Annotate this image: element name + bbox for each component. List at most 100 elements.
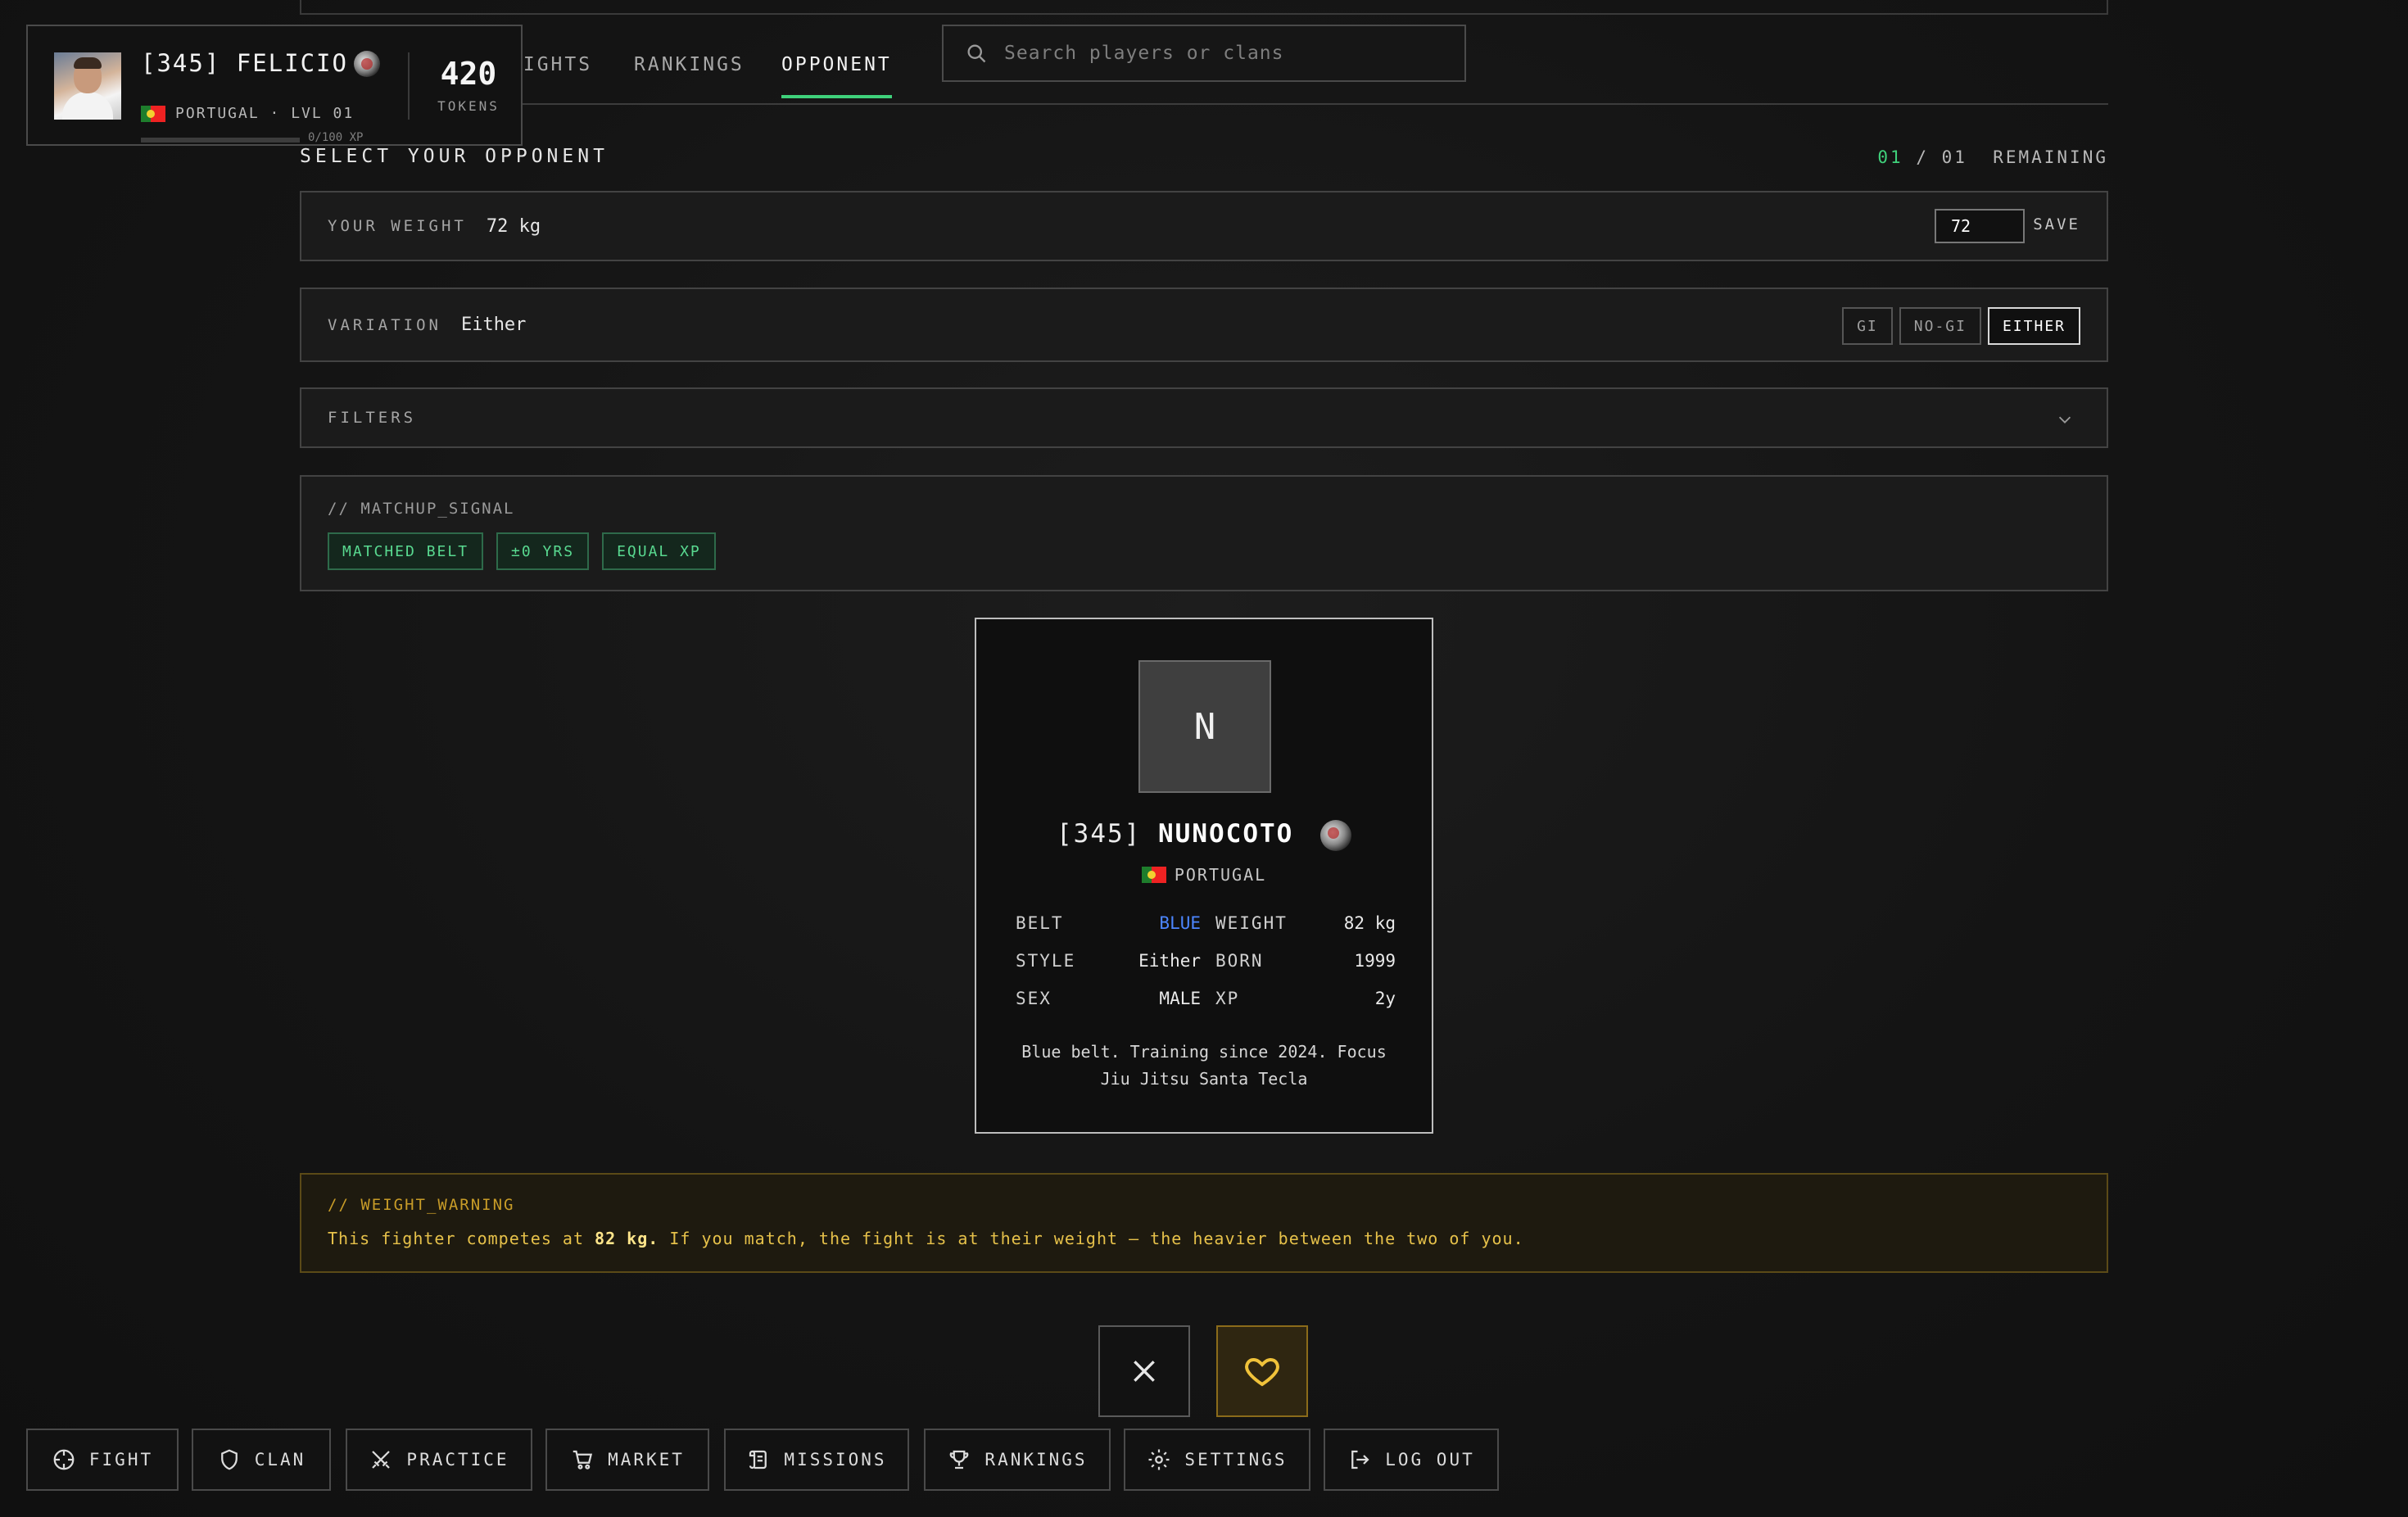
country-level-text: PORTUGAL · LVL 01: [175, 105, 355, 122]
belt-label: BELT: [1016, 913, 1064, 933]
gear-icon: [1148, 1449, 1170, 1470]
weight-label: WEIGHT: [1215, 913, 1288, 933]
search-input[interactable]: [1004, 43, 1464, 64]
search-box[interactable]: [942, 25, 1466, 82]
dock-rankings-button[interactable]: RANKINGS: [924, 1429, 1111, 1491]
remaining-current: 01: [1877, 147, 1903, 167]
weight-label: YOUR WEIGHT: [328, 217, 467, 235]
trophy-icon: [950, 1450, 969, 1469]
close-icon: [1134, 1361, 1155, 1382]
dock-fight-label: FIGHT: [88, 1450, 154, 1469]
variation-either-button[interactable]: EITHER: [1987, 307, 2080, 345]
born-value: 1999: [1354, 951, 1396, 971]
opponent-bio: Blue belt. Training since 2024. Focus Ji…: [1021, 1042, 1387, 1089]
variation-label: VARIATION: [328, 315, 441, 334]
cart-icon: [573, 1450, 593, 1469]
dock-practice-button[interactable]: PRACTICE: [346, 1429, 532, 1491]
dock-settings-button[interactable]: SETTINGS: [1124, 1429, 1310, 1491]
opponent-tag: [345]: [1057, 819, 1142, 849]
opponent-country: PORTUGAL: [976, 865, 1432, 885]
xp-label: XP: [1215, 989, 1240, 1008]
stat-row: SEX MALE XP 2y: [1016, 980, 1396, 1017]
opponent-card: N [345] NUNOCOTO PORTUGAL BELT BLUE WEIG…: [975, 618, 1433, 1134]
stat-row: STYLE Either BORN 1999: [1016, 942, 1396, 980]
warning-text-post: If you match, the fight is at their weig…: [659, 1229, 1524, 1248]
player-name: [345] FELICIO: [141, 49, 348, 77]
search-icon: [967, 44, 986, 63]
xp-bar: [141, 138, 300, 143]
profile-card[interactable]: [345] FELICIO PORTUGAL · LVL 01 0/100 XP…: [26, 25, 523, 146]
tab-rankings[interactable]: RANKINGS: [634, 54, 745, 75]
weight-value: 82 kg: [1343, 913, 1396, 933]
crosshair-icon: [53, 1449, 75, 1470]
matchup-title: // MATCHUP_SIGNAL: [328, 500, 515, 518]
opponent-country-text: PORTUGAL: [1174, 865, 1267, 885]
weight-panel: YOUR WEIGHT 72 kg SAVE: [300, 191, 2108, 261]
matchup-panel: // MATCHUP_SIGNAL MATCHED BELT ±0 YRS EQ…: [300, 475, 2108, 591]
chip-equal-xp: EQUAL XP: [602, 532, 716, 570]
variation-gi-button[interactable]: GI: [1842, 307, 1893, 345]
heart-icon: [1245, 1357, 1279, 1387]
dock-clan-button[interactable]: CLAN: [192, 1429, 331, 1491]
xp-text: 0/100 XP: [308, 131, 364, 144]
dock-clan-label: CLAN: [254, 1450, 306, 1469]
dock-fight-button[interactable]: FIGHT: [26, 1429, 179, 1491]
remaining-sep: /: [1903, 147, 1942, 167]
variation-options: GI NO-GI EITHER: [1842, 307, 2080, 345]
weight-input[interactable]: [1935, 209, 2025, 243]
warning-title: // WEIGHT_WARNING: [328, 1196, 515, 1214]
xp-value: 2y: [1374, 989, 1396, 1008]
tab-opponent[interactable]: OPPONENT: [781, 54, 892, 98]
remaining-label: REMAINING: [1993, 147, 2108, 167]
filters-label: FILTERS: [328, 409, 417, 427]
save-button[interactable]: SAVE: [2033, 215, 2080, 233]
divider: [408, 52, 410, 120]
pass-button[interactable]: [1098, 1325, 1190, 1417]
weight-warning: // WEIGHT_WARNING This fighter competes …: [300, 1173, 2108, 1273]
style-label: STYLE: [1016, 951, 1076, 971]
nav-tabs: FIGHTS RANKINGS OPPONENT: [300, 25, 2108, 105]
filters-toggle[interactable]: FILTERS: [300, 387, 2108, 448]
variation-value: Either: [460, 315, 527, 335]
dock-market-button[interactable]: MARKET: [545, 1429, 709, 1491]
player-country-level: PORTUGAL · LVL 01: [141, 105, 354, 122]
born-label: BORN: [1215, 951, 1264, 971]
opponent-nick: NUNOCOTO: [1158, 819, 1294, 849]
dock-missions-button[interactable]: MISSIONS: [724, 1429, 909, 1491]
tokens-label: TOKENS: [437, 98, 500, 114]
variation-nogi-button[interactable]: NO-GI: [1899, 307, 1981, 345]
chip-matched-belt: MATCHED BELT: [328, 532, 484, 570]
stat-row: BELT BLUE WEIGHT 82 kg: [1016, 904, 1396, 942]
weight-value: 72 kg: [486, 215, 541, 237]
style-value: Either: [1138, 951, 1201, 971]
opponent-name: [345] NUNOCOTO: [976, 819, 1432, 851]
scroll-icon: [749, 1450, 767, 1469]
dock-missions-label: MISSIONS: [784, 1450, 887, 1469]
opponent-clan-badge-icon: [1319, 819, 1351, 851]
sex-value: MALE: [1159, 989, 1201, 1008]
dock-logout-button[interactable]: LOG OUT: [1324, 1429, 1499, 1491]
remaining-total: 01: [1941, 147, 1967, 167]
chevron-down-icon: [2058, 416, 2071, 423]
avatar: [54, 52, 121, 120]
variation-panel: VARIATION Either GI NO-GI EITHER: [300, 288, 2108, 362]
page-title: SELECT YOUR OPPONENT: [300, 146, 609, 167]
remaining-counter: 01 / 01 REMAINING: [1877, 147, 2108, 167]
opponent-stats: BELT BLUE WEIGHT 82 kg STYLE Either BORN…: [1016, 904, 1396, 1017]
matchup-chips: MATCHED BELT ±0 YRS EQUAL XP: [328, 532, 2080, 570]
sex-label: SEX: [1016, 989, 1052, 1008]
dock-settings-label: SETTINGS: [1184, 1450, 1288, 1469]
dock-logout-label: LOG OUT: [1385, 1450, 1475, 1469]
shield-icon: [220, 1449, 238, 1470]
portugal-flag-icon: [1141, 867, 1166, 883]
tokens: 420 TOKENS: [429, 56, 508, 114]
top-frame: [300, 0, 2108, 15]
dock-practice-label: PRACTICE: [406, 1450, 509, 1469]
like-button[interactable]: [1216, 1325, 1308, 1417]
tokens-count: 420: [440, 56, 497, 92]
dock-market-label: MARKET: [608, 1450, 685, 1469]
chip-age-diff: ±0 YRS: [496, 532, 590, 570]
belt-value: BLUE: [1159, 913, 1201, 933]
dock-rankings-label: RANKINGS: [984, 1450, 1088, 1469]
logout-icon: [1351, 1450, 1369, 1469]
